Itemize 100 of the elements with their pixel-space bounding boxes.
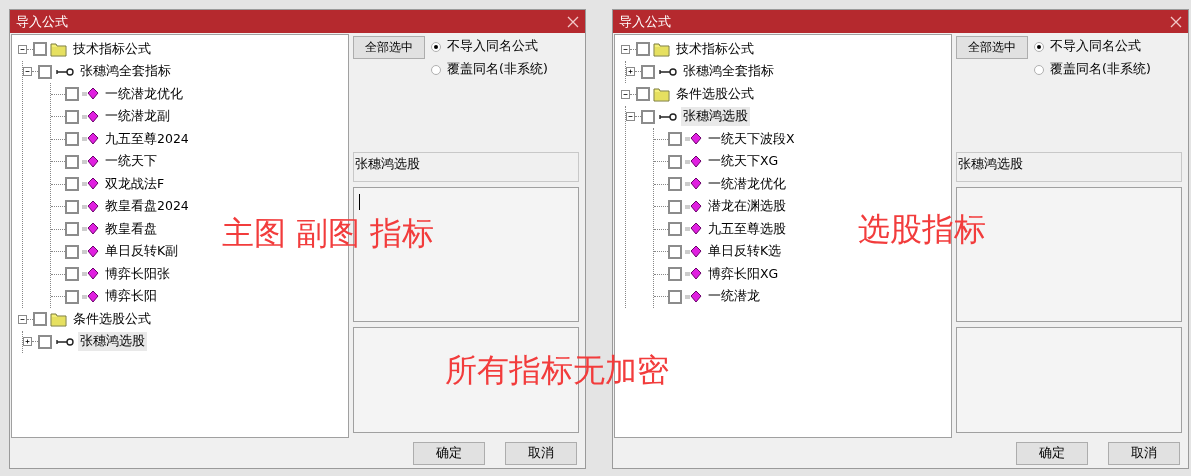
tree-item[interactable]: 潜龙在渊选股: [706, 197, 788, 217]
collapse-icon[interactable]: [621, 44, 630, 54]
radio-button[interactable]: [431, 41, 441, 52]
formula-icon: [684, 177, 702, 192]
tree-item[interactable]: 条件选股公式: [71, 309, 153, 329]
close-icon[interactable]: [1170, 15, 1182, 28]
formula-icon: [81, 244, 99, 259]
checkbox[interactable]: [641, 109, 655, 124]
tree-item[interactable]: 技术指标公式: [71, 39, 153, 59]
expand-icon[interactable]: [626, 67, 635, 77]
checkbox[interactable]: [668, 244, 682, 259]
checkbox[interactable]: [65, 87, 79, 102]
tree-item[interactable]: 条件选股公式: [674, 84, 756, 104]
checkbox[interactable]: [65, 244, 79, 259]
text-area[interactable]: [956, 187, 1182, 322]
window-title: 导入公式: [619, 12, 671, 31]
checkbox[interactable]: [65, 267, 79, 282]
tree-item[interactable]: 教皇看盘2024: [103, 197, 191, 217]
checkbox[interactable]: [668, 267, 682, 282]
formula-icon: [81, 177, 99, 192]
option-label[interactable]: 覆盖同名(非系统): [447, 61, 548, 78]
dialog-button[interactable]: 确定: [413, 442, 485, 465]
checkbox[interactable]: [668, 177, 682, 192]
collapse-icon[interactable]: [621, 89, 630, 99]
formula-icon: [684, 222, 702, 237]
checkbox[interactable]: [65, 289, 79, 304]
checkbox[interactable]: [668, 132, 682, 147]
checkbox[interactable]: [641, 64, 655, 79]
tree-item[interactable]: 一统潜龙优化: [103, 84, 185, 104]
tree-item[interactable]: 双龙战法F: [103, 174, 167, 194]
checkbox[interactable]: [33, 312, 47, 327]
dialog-button[interactable]: 确定: [1016, 442, 1088, 465]
option-label[interactable]: 覆盖同名(非系统): [1050, 61, 1151, 78]
checkbox[interactable]: [38, 334, 52, 349]
tree-item[interactable]: 张穗鸿选股: [681, 107, 750, 127]
collapse-icon[interactable]: [18, 44, 27, 54]
formula-icon: [81, 132, 99, 147]
select-all-button[interactable]: 全部选中: [353, 36, 425, 59]
formula-icon: [81, 154, 99, 169]
formula-icon: [684, 132, 702, 147]
checkbox[interactable]: [65, 177, 79, 192]
checkbox[interactable]: [636, 42, 650, 57]
formula-icon: [81, 87, 99, 102]
dialog-button[interactable]: 取消: [1108, 442, 1180, 465]
close-icon[interactable]: [567, 15, 579, 28]
collapse-icon[interactable]: [23, 67, 32, 77]
tree-item[interactable]: 一统潜龙优化: [706, 174, 788, 194]
tree-item[interactable]: 张穗鸿全套指标: [78, 62, 173, 82]
tree-item[interactable]: 博弈长阳XG: [706, 264, 781, 284]
option-label[interactable]: 不导入同名公式: [447, 38, 538, 55]
checkbox[interactable]: [668, 222, 682, 237]
tree-item[interactable]: 一统天下波段X: [706, 129, 797, 149]
tree-item[interactable]: 博弈长阳张: [103, 264, 172, 284]
checkbox[interactable]: [636, 87, 650, 102]
formula-icon: [684, 267, 702, 282]
tree-item[interactable]: 技术指标公式: [674, 39, 756, 59]
checkbox[interactable]: [38, 64, 52, 79]
tree-item[interactable]: 一统天下: [103, 152, 159, 172]
radio-button[interactable]: [431, 64, 441, 75]
checkbox[interactable]: [33, 42, 47, 57]
checkbox[interactable]: [65, 154, 79, 169]
formula-icon: [684, 244, 702, 259]
formula-icon: [81, 222, 99, 237]
folder-icon: [50, 311, 67, 327]
tree-item[interactable]: 九五至尊2024: [103, 129, 191, 149]
checkbox[interactable]: [668, 154, 682, 169]
formula-icon: [81, 289, 99, 304]
collapse-icon[interactable]: [626, 112, 635, 122]
tree-item[interactable]: 一统潜龙: [706, 287, 762, 307]
tree-item[interactable]: 一统潜龙副: [103, 107, 172, 127]
formula-icon: [684, 289, 702, 304]
tree-item[interactable]: 张穗鸿选股: [78, 332, 147, 352]
checkbox[interactable]: [668, 199, 682, 214]
option-label[interactable]: 不导入同名公式: [1050, 38, 1141, 55]
checkbox[interactable]: [668, 289, 682, 304]
tree-item[interactable]: 教皇看盘: [103, 219, 159, 239]
radio-button[interactable]: [1034, 64, 1044, 75]
checkbox[interactable]: [65, 199, 79, 214]
select-all-button[interactable]: 全部选中: [956, 36, 1028, 59]
tree-item[interactable]: 张穗鸿全套指标: [681, 62, 776, 82]
tree-item[interactable]: 单日反转K副: [103, 242, 181, 262]
formula-name: 张穗鸿选股: [956, 152, 1182, 182]
tree-item[interactable]: 九五至尊选股: [706, 219, 788, 239]
folder-icon: [653, 86, 670, 102]
checkbox[interactable]: [65, 132, 79, 147]
expand-icon[interactable]: [23, 337, 32, 347]
checkbox[interactable]: [65, 109, 79, 124]
radio-button[interactable]: [1034, 41, 1044, 52]
checkbox[interactable]: [65, 222, 79, 237]
tree-item[interactable]: 博弈长阳: [103, 287, 159, 307]
tree-item[interactable]: 单日反转K选: [706, 242, 784, 262]
annotation-text: 所有指标无加密: [445, 353, 669, 389]
annotation-text: 选股指标: [858, 212, 986, 248]
dialog-button[interactable]: 取消: [505, 442, 577, 465]
tree-item[interactable]: 一统天下XG: [706, 152, 781, 172]
formula-name: 张穗鸿选股: [353, 152, 579, 182]
window-title: 导入公式: [16, 12, 68, 31]
folder-icon: [50, 41, 67, 57]
collapse-icon[interactable]: [18, 314, 27, 324]
formula-icon: [81, 199, 99, 214]
